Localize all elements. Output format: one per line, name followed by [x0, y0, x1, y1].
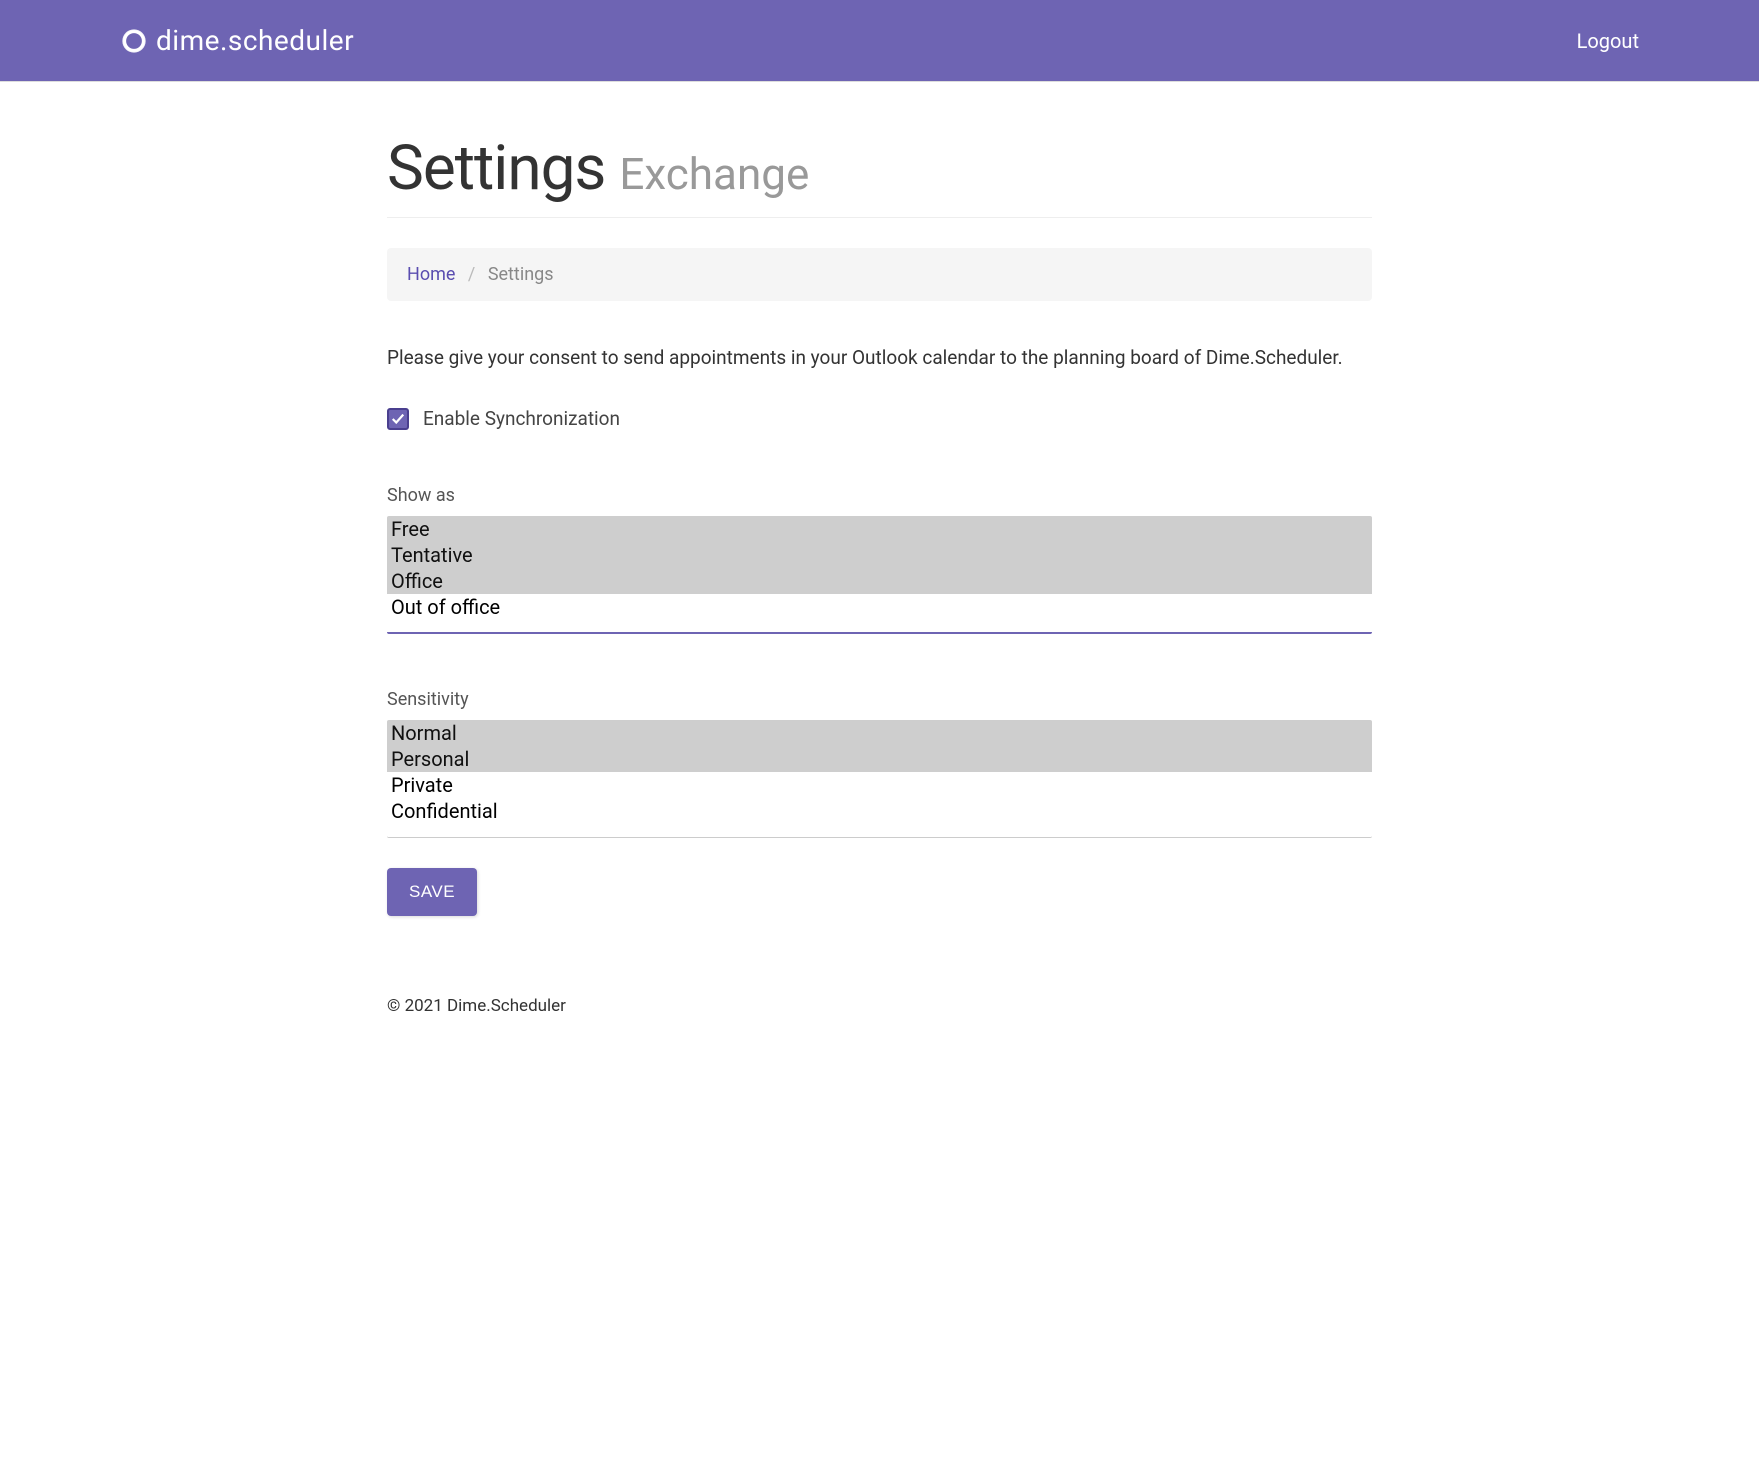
breadcrumb-current: Settings — [488, 264, 554, 285]
list-item[interactable]: Private — [387, 772, 1372, 798]
page-title-block: Settings Exchange — [387, 132, 1372, 218]
sensitivity-label: Sensitivity — [387, 689, 1372, 710]
save-button[interactable]: SAVE — [387, 868, 477, 916]
enable-sync-label: Enable Synchronization — [423, 407, 620, 430]
logo-icon — [120, 27, 148, 55]
list-item[interactable]: Office — [387, 568, 1372, 594]
show-as-listbox[interactable]: FreeTentativeOfficeOut of office — [387, 516, 1372, 634]
enable-sync-checkbox[interactable] — [387, 408, 409, 430]
sensitivity-listbox[interactable]: NormalPersonalPrivateConfidential — [387, 720, 1372, 838]
list-item[interactable]: Confidential — [387, 798, 1372, 824]
enable-sync-row: Enable Synchronization — [387, 407, 1372, 430]
show-as-label: Show as — [387, 485, 1372, 506]
breadcrumb: Home / Settings — [387, 248, 1372, 301]
navbar: dime.scheduler Logout — [0, 0, 1759, 82]
list-item[interactable]: Out of office — [387, 594, 1372, 620]
consent-description: Please give your consent to send appoint… — [387, 346, 1372, 369]
breadcrumb-home[interactable]: Home — [407, 264, 455, 285]
list-item[interactable]: Normal — [387, 720, 1372, 746]
list-item[interactable]: Personal — [387, 746, 1372, 772]
list-item[interactable]: Free — [387, 516, 1372, 542]
page-subtitle: Exchange — [619, 148, 809, 200]
footer-copyright: © 2021 Dime.Scheduler — [387, 996, 1372, 1016]
list-item[interactable]: Tentative — [387, 542, 1372, 568]
check-icon — [391, 412, 405, 426]
breadcrumb-separator: / — [468, 264, 475, 285]
brand-logo[interactable]: dime.scheduler — [120, 24, 354, 57]
page-title: Settings — [387, 132, 605, 205]
brand-text: dime.scheduler — [156, 24, 354, 57]
logout-link[interactable]: Logout — [1577, 29, 1639, 53]
